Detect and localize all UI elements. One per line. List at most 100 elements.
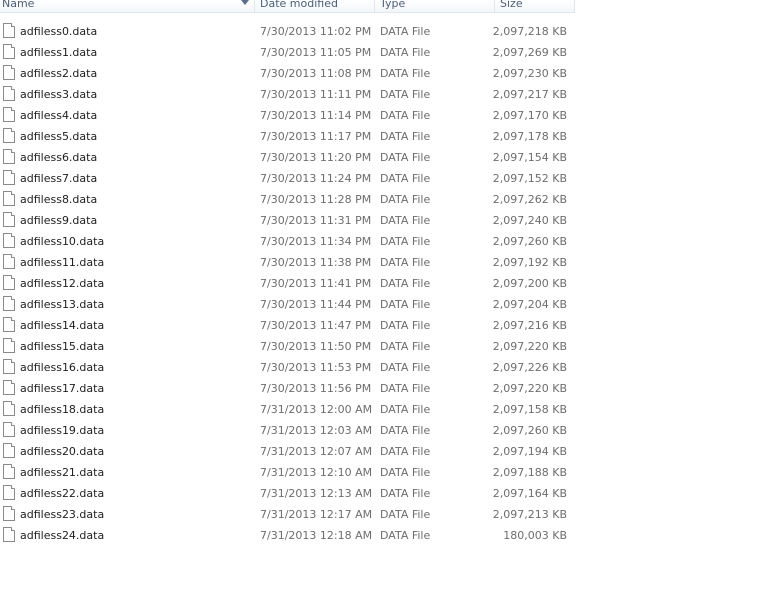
file-row[interactable]: adfiless9.data 7/30/2013 11:31 PM DATA Fil…: [0, 210, 580, 231]
file-row[interactable]: adfiless2.data 7/30/2013 11:08 PM DATA Fil…: [0, 63, 580, 84]
column-header-date-modified[interactable]: Date modified: [260, 0, 338, 12]
file-name: adfiless3.data: [20, 88, 98, 101]
file-icon: [3, 506, 15, 521]
file-row[interactable]: adfiless0.data 7/30/2013 11:02 PM DATA Fil…: [0, 21, 580, 42]
file-type: DATA File: [380, 487, 431, 500]
file-icon: [3, 170, 15, 185]
file-type: DATA File: [380, 256, 431, 269]
column-divider[interactable]: [374, 0, 375, 12]
file-date-modified: 7/30/2013 11:44 PM: [260, 298, 372, 311]
file-date-modified: 7/31/2013 12:18 AM: [260, 529, 373, 542]
file-row[interactable]: adfiless6.data 7/30/2013 11:20 PM DATA Fil…: [0, 147, 580, 168]
file-date-modified: 7/30/2013 11:14 PM: [260, 109, 372, 122]
file-name: adfiless10.data: [20, 235, 105, 248]
file-type: DATA File: [380, 109, 431, 122]
file-type: DATA File: [380, 130, 431, 143]
column-header-size[interactable]: Size: [500, 0, 523, 12]
file-row[interactable]: adfiless11.data 7/30/2013 11:38 PM DATA Fi…: [0, 252, 580, 273]
file-icon: [3, 107, 15, 122]
file-name: adfiless24.data: [20, 529, 105, 542]
file-type: DATA File: [380, 361, 431, 374]
file-date-modified: 7/30/2013 11:34 PM: [260, 235, 372, 248]
file-date-modified: 7/30/2013 11:56 PM: [260, 382, 372, 395]
file-size: 2,097,158 KB: [492, 403, 567, 416]
file-icon: [3, 65, 15, 80]
file-icon: [3, 464, 15, 479]
file-size: 2,097,230 KB: [492, 67, 567, 80]
column-divider[interactable]: [494, 0, 495, 12]
file-type: DATA File: [380, 424, 431, 437]
file-name: adfiless14.data: [20, 319, 105, 332]
file-name: adfiless13.data: [20, 298, 105, 311]
file-date-modified: 7/30/2013 11:28 PM: [260, 193, 372, 206]
file-name: adfiless5.data: [20, 130, 98, 143]
file-row[interactable]: adfiless3.data 7/30/2013 11:11 PM DATA Fil…: [0, 84, 580, 105]
file-icon: [3, 191, 15, 206]
file-icon: [3, 443, 15, 458]
file-row[interactable]: adfiless19.data 7/31/2013 12:03 AM DATA Fi…: [0, 420, 580, 441]
file-name: adfiless20.data: [20, 445, 105, 458]
file-row[interactable]: adfiless20.data 7/31/2013 12:07 AM DATA Fi…: [0, 441, 580, 462]
file-name: adfiless16.data: [20, 361, 105, 374]
file-size: 2,097,218 KB: [492, 25, 567, 38]
file-type: DATA File: [380, 172, 431, 185]
file-size: 2,097,260 KB: [492, 235, 567, 248]
file-type: DATA File: [380, 193, 431, 206]
file-row[interactable]: adfiless18.data 7/31/2013 12:00 AM DATA Fi…: [0, 399, 580, 420]
file-date-modified: 7/30/2013 11:20 PM: [260, 151, 372, 164]
file-size: 2,097,213 KB: [492, 508, 567, 521]
file-row[interactable]: adfiless23.data 7/31/2013 12:17 AM DATA Fi…: [0, 504, 580, 525]
column-divider[interactable]: [254, 0, 255, 12]
file-row[interactable]: adfiless12.data 7/30/2013 11:41 PM DATA Fi…: [0, 273, 580, 294]
file-size: 2,097,269 KB: [492, 46, 567, 59]
file-size: 2,097,220 KB: [492, 340, 567, 353]
file-row[interactable]: adfiless16.data 7/30/2013 11:53 PM DATA Fi…: [0, 357, 580, 378]
file-type: DATA File: [380, 319, 431, 332]
file-row[interactable]: adfiless21.data 7/31/2013 12:10 AM DATA Fi…: [0, 462, 580, 483]
file-date-modified: 7/30/2013 11:02 PM: [260, 25, 372, 38]
file-icon: [3, 149, 15, 164]
file-icon: [3, 338, 15, 353]
file-row[interactable]: adfiless1.data 7/30/2013 11:05 PM DATA Fil…: [0, 42, 580, 63]
file-icon: [3, 86, 15, 101]
file-row[interactable]: adfiless7.data 7/30/2013 11:24 PM DATA Fil…: [0, 168, 580, 189]
file-row[interactable]: adfiless14.data 7/30/2013 11:47 PM DATA Fi…: [0, 315, 580, 336]
file-icon: [3, 296, 15, 311]
file-row[interactable]: adfiless22.data 7/31/2013 12:13 AM DATA Fi…: [0, 483, 580, 504]
file-size: 2,097,194 KB: [492, 445, 567, 458]
file-icon: [3, 212, 15, 227]
file-row[interactable]: adfiless15.data 7/30/2013 11:50 PM DATA Fi…: [0, 336, 580, 357]
column-header-name[interactable]: Name: [2, 0, 34, 12]
file-row[interactable]: adfiless5.data 7/30/2013 11:17 PM DATA Fil…: [0, 126, 580, 147]
file-name: adfiless4.data: [20, 109, 98, 122]
file-type: DATA File: [380, 88, 431, 101]
file-icon: [3, 527, 15, 542]
file-date-modified: 7/30/2013 11:38 PM: [260, 256, 372, 269]
file-size: 2,097,240 KB: [492, 214, 567, 227]
file-row[interactable]: adfiless17.data 7/30/2013 11:56 PM DATA Fi…: [0, 378, 580, 399]
sort-arrow-icon[interactable]: [241, 0, 249, 5]
file-type: DATA File: [380, 46, 431, 59]
file-icon: [3, 359, 15, 374]
file-icon: [3, 44, 15, 59]
file-size: 2,097,220 KB: [492, 382, 567, 395]
file-icon: [3, 317, 15, 332]
file-type: DATA File: [380, 403, 431, 416]
file-row[interactable]: adfiless10.data 7/30/2013 11:34 PM DATA Fi…: [0, 231, 580, 252]
file-row[interactable]: adfiless8.data 7/30/2013 11:28 PM DATA Fil…: [0, 189, 580, 210]
file-icon: [3, 485, 15, 500]
file-row[interactable]: adfiless13.data 7/30/2013 11:44 PM DATA Fi…: [0, 294, 580, 315]
file-row[interactable]: adfiless4.data 7/30/2013 11:14 PM DATA Fil…: [0, 105, 580, 126]
file-icon: [3, 401, 15, 416]
column-header-type[interactable]: Type: [380, 0, 405, 12]
file-size: 2,097,204 KB: [492, 298, 567, 311]
file-name: adfiless8.data: [20, 193, 98, 206]
file-date-modified: 7/30/2013 11:31 PM: [260, 214, 372, 227]
column-divider[interactable]: [574, 0, 575, 12]
file-date-modified: 7/31/2013 12:00 AM: [260, 403, 373, 416]
file-icon: [3, 275, 15, 290]
file-size: 2,097,200 KB: [492, 277, 567, 290]
file-row[interactable]: adfiless24.data 7/31/2013 12:18 AM DATA Fi…: [0, 525, 580, 546]
file-name: adfiless17.data: [20, 382, 105, 395]
column-header-bar: Name Date modified Type Size: [0, 0, 575, 13]
